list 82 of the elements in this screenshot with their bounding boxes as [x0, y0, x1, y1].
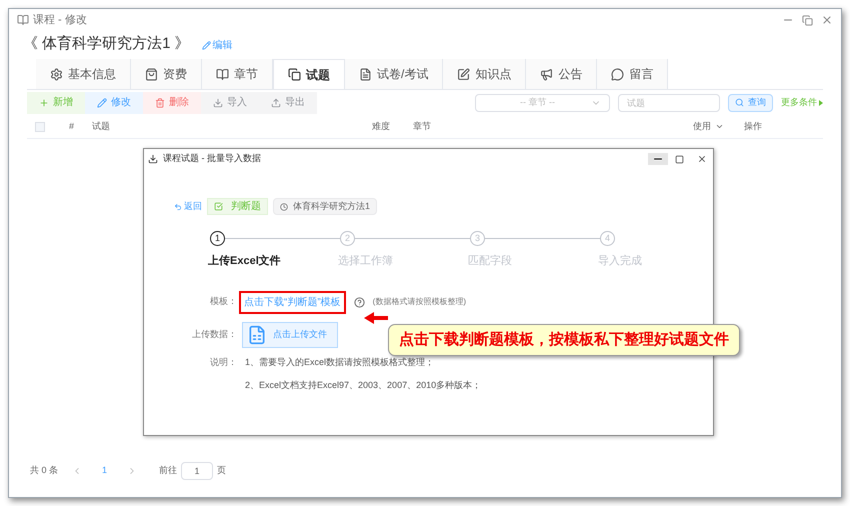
checkbox-icon [214, 202, 223, 211]
toolbar-button[interactable]: 导出 [259, 92, 317, 114]
tab[interactable]: 基本信息 [36, 59, 131, 89]
goto-label: 前往 [159, 464, 178, 478]
toolbar-button[interactable]: 删除 [143, 92, 201, 114]
gear-icon [50, 68, 63, 80]
step-label: 选择工作簿 [338, 254, 394, 269]
total-count: 共 0 条 [30, 464, 58, 478]
course-title: 《 体育科学研究方法1 》 [23, 34, 190, 54]
more-filters-link[interactable]: 更多条件 [781, 96, 823, 110]
upload-icon [271, 98, 281, 108]
notes-label: 说明： [209, 356, 237, 368]
search-icon [735, 98, 744, 107]
plus-icon [39, 98, 49, 108]
download-icon [148, 154, 158, 164]
page-number[interactable]: 1 [96, 464, 114, 478]
trash-icon [155, 98, 165, 108]
toolbar-button[interactable]: 导入 [201, 92, 259, 114]
tab[interactable]: 试卷/考试 [345, 59, 444, 89]
tab[interactable]: 试题 [273, 59, 345, 89]
column-header: 试题 [92, 120, 110, 133]
step-number: 1 [210, 231, 225, 246]
callout-arrow [363, 311, 389, 325]
edit-link[interactable]: 编辑 [202, 38, 233, 53]
callout-box: 点击下载判断题模板，按模板私下整理好试题文件 [388, 324, 740, 356]
book-icon [216, 68, 229, 80]
column-header[interactable]: 使用 [693, 120, 724, 134]
bag-icon [145, 68, 158, 80]
template-label: 模板： [209, 295, 237, 308]
window-title: 课程 - 修改 [33, 12, 87, 28]
close-icon[interactable] [697, 154, 707, 164]
note-text: 2、Excel文档支持Excel97、2003、2007、2010多种版本； [245, 379, 482, 392]
spreadsheet-file-icon [247, 324, 267, 344]
template-hint: (数据格式请按照模板整理) [372, 296, 466, 308]
pencil-icon [97, 98, 107, 108]
column-header: 章节 [413, 120, 432, 133]
step-number: 2 [340, 231, 355, 246]
chapter-select[interactable]: -- 章节 -- [475, 94, 610, 112]
page-input[interactable]: 1 [181, 462, 214, 480]
upload-button[interactable]: 点击上传文件 [242, 322, 338, 348]
chat-icon [611, 68, 624, 80]
chevron-down-icon [715, 122, 724, 131]
step-label: 匹配字段 [468, 254, 513, 269]
back-arrow-icon [174, 202, 182, 210]
dialog-title: 课程试题 - 批量导入数据 [163, 152, 261, 166]
tab[interactable]: 留言 [597, 59, 668, 89]
search-button[interactable]: 查询 [728, 94, 773, 112]
step-number: 4 [600, 231, 615, 246]
tab[interactable]: 章节 [202, 59, 273, 89]
question-search-field[interactable]: 试题 [618, 94, 720, 112]
triangle-right-icon [819, 100, 823, 106]
question-type-tag: 判断题 [207, 198, 268, 215]
tab[interactable]: 公告 [526, 59, 598, 89]
help-icon[interactable] [354, 296, 365, 308]
step-label: 上传Excel文件 [208, 254, 282, 269]
column-header: # [69, 120, 74, 133]
toolbar-button[interactable]: 修改 [85, 92, 143, 114]
clock-icon [280, 202, 288, 210]
note-text: 1、需要导入的Excel数据请按照模板格式整理； [245, 356, 436, 368]
tab[interactable]: 资费 [131, 59, 202, 89]
pencil-icon [202, 41, 211, 50]
template-download-link[interactable]: 点击下载“判断题”模板 [239, 290, 346, 314]
megaphone-icon [540, 68, 554, 80]
column-header: 难度 [372, 120, 390, 133]
minimize-icon[interactable] [648, 153, 668, 165]
maximize-icon[interactable] [675, 154, 684, 164]
download-icon [213, 98, 223, 108]
page-suffix: 页 [217, 464, 226, 478]
book-icon [17, 14, 29, 26]
step-number: 3 [470, 231, 485, 246]
document-icon [359, 68, 372, 80]
restore-icon[interactable] [802, 14, 813, 26]
select-all-checkbox[interactable] [35, 122, 45, 132]
column-header: 操作 [744, 120, 762, 133]
course-tag: 体育科学研究方法1 [273, 198, 378, 215]
toolbar-button[interactable]: 新增 [27, 92, 85, 114]
pen-icon [457, 68, 470, 80]
step-label: 导入完成 [598, 254, 643, 269]
tab[interactable]: 知识点 [443, 59, 526, 89]
back-link[interactable]: 返回 [174, 200, 202, 214]
copy-icon [288, 68, 301, 81]
upload-label: 上传数据： [191, 328, 237, 341]
